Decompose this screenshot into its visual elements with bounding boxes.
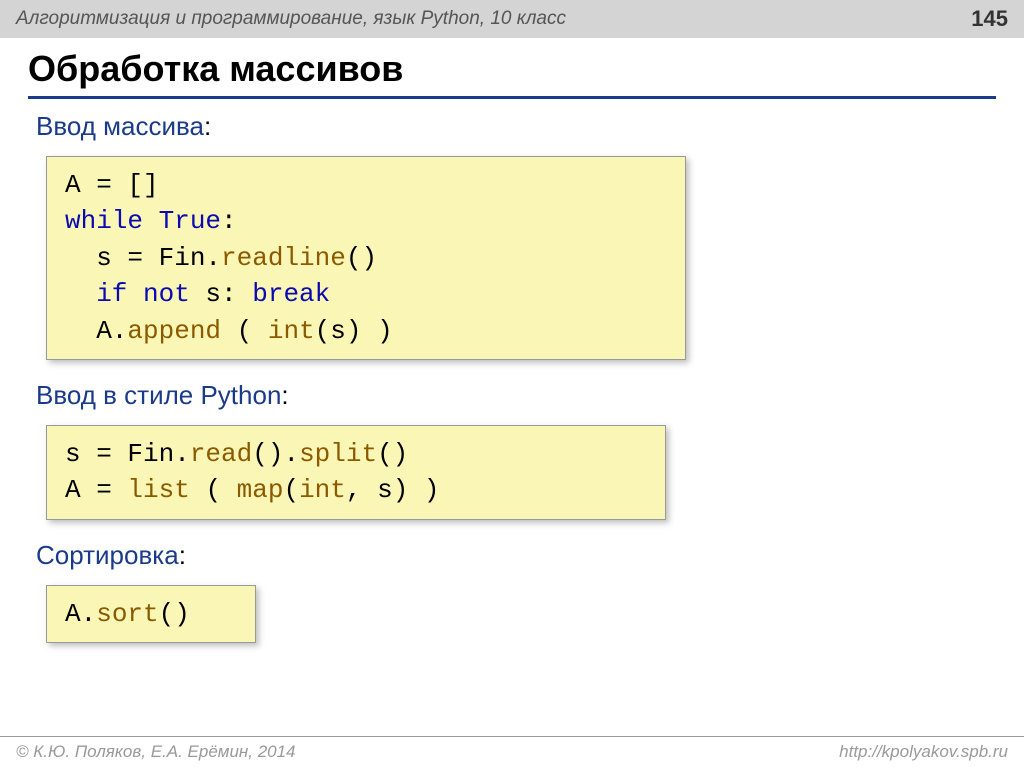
slide-header: Алгоритмизация и программирование, язык … bbox=[0, 0, 1024, 38]
code-block-2: s = Fin.read().split() A = list ( map(in… bbox=[46, 425, 666, 520]
course-info: Алгоритмизация и программирование, язык … bbox=[16, 8, 566, 30]
section-input-array: Ввод массива: bbox=[36, 111, 996, 142]
page-title: Обработка массивов bbox=[28, 48, 996, 90]
footer-authors: © К.Ю. Поляков, Е.А. Ерёмин, 2014 bbox=[16, 742, 296, 762]
slide-content: Обработка массивов Ввод массива: A = [] … bbox=[0, 38, 1024, 657]
section-input-python: Ввод в стиле Python: bbox=[36, 380, 996, 411]
code-block-1: A = [] while True: s = Fin.readline() if… bbox=[46, 156, 686, 360]
section-sort: Сортировка: bbox=[36, 540, 996, 571]
title-divider bbox=[28, 96, 996, 99]
page-number: 145 bbox=[971, 6, 1008, 32]
slide-footer: © К.Ю. Поляков, Е.А. Ерёмин, 2014 http:/… bbox=[0, 736, 1024, 767]
footer-url: http://kpolyakov.spb.ru bbox=[839, 742, 1008, 762]
code-block-3: A.sort() bbox=[46, 585, 256, 643]
